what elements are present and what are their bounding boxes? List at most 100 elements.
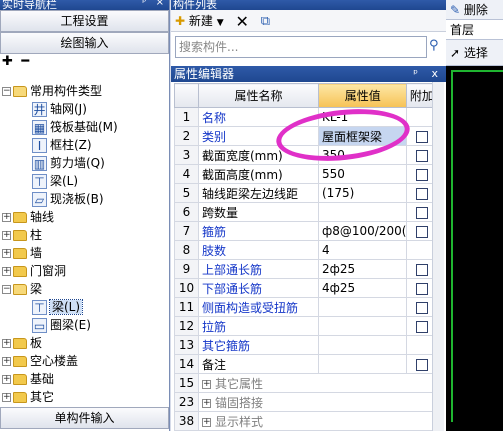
property-name: 侧面构造或受扭筋	[202, 300, 299, 315]
delete-icon[interactable]: ✕	[235, 11, 248, 33]
property-name-header[interactable]: 属性名称	[198, 83, 319, 108]
property-value[interactable]: 2ф25	[317, 259, 408, 279]
expand-icon[interactable]: +	[2, 231, 11, 240]
tree-expand-collapse-tools[interactable]: ✚ ━	[0, 54, 169, 70]
search-icon[interactable]: ⚲	[429, 38, 445, 56]
property-row[interactable]: 4 截面高度(mm) 550	[174, 164, 438, 184]
additional-checkbox[interactable]	[415, 320, 428, 333]
tree-item[interactable]: + 轴线	[2, 208, 54, 226]
tree-item-label: 板	[30, 336, 43, 350]
edit-icon[interactable]: ✎	[450, 3, 460, 17]
expand-icon[interactable]: +	[2, 249, 11, 258]
row-number: 7	[174, 221, 199, 241]
tree-item[interactable]: 井轴网(J)	[32, 100, 87, 118]
property-row[interactable]: 15 + 其它属性	[174, 373, 438, 393]
additional-checkbox[interactable]	[415, 149, 428, 162]
tree-item[interactable]: ⊤ 梁(L)	[32, 172, 78, 190]
property-row[interactable]: 12 拉筋	[174, 316, 438, 336]
additional-checkbox[interactable]	[415, 168, 428, 181]
property-row[interactable]: 6 跨数量	[174, 202, 438, 222]
drawing-input-button[interactable]: 绘图输入	[0, 32, 169, 54]
property-row[interactable]: 38 + 显示样式	[174, 411, 438, 431]
property-row[interactable]: 14 备注	[174, 354, 438, 374]
tree-item[interactable]: ⊤ 梁(L)	[32, 298, 84, 316]
property-value[interactable]: 550	[317, 164, 408, 184]
component-search-input[interactable]: 搜索构件...	[175, 36, 427, 58]
property-value[interactable]	[317, 202, 408, 222]
collapse-icon[interactable]: −	[2, 87, 11, 96]
select-tool[interactable]: ➚ 选择	[446, 40, 503, 66]
property-row[interactable]: 13 其它箍筋	[174, 335, 438, 355]
expand-icon[interactable]: +	[2, 393, 11, 402]
additional-checkbox[interactable]	[415, 263, 428, 276]
expand-icon[interactable]: +	[2, 357, 11, 366]
property-value[interactable]	[317, 335, 408, 355]
tree-item[interactable]: − 梁	[2, 280, 42, 298]
additional-checkbox[interactable]	[415, 225, 428, 238]
property-name: 锚固搭接	[215, 395, 264, 410]
tree-item[interactable]: ▭ 圈梁(E)	[32, 316, 91, 334]
property-name: 显示样式	[215, 414, 264, 429]
expand-icon[interactable]: +	[2, 213, 11, 222]
property-value[interactable]: 4ф25	[317, 278, 408, 298]
property-name-cell: 截面高度(mm)	[198, 164, 319, 184]
additional-checkbox[interactable]	[415, 358, 428, 371]
property-name-cell: 侧面构造或受扭筋	[198, 297, 319, 317]
copy-icon[interactable]: ⧉	[261, 11, 270, 33]
expand-icon[interactable]: +	[202, 417, 211, 427]
tree-item[interactable]: ▥ 剪力墙(Q)	[32, 154, 105, 172]
expand-icon[interactable]: +	[202, 398, 211, 408]
collapse-icon[interactable]: −	[2, 285, 11, 294]
panel-title-buttons[interactable]: ᵖ ×	[142, 0, 167, 8]
navigation-panel-title: 实时导航栏 ᵖ ×	[0, 0, 169, 10]
tree-item[interactable]: ▱ 现浇板(B)	[32, 190, 104, 208]
additional-checkbox[interactable]	[415, 282, 428, 295]
tree-item-label: 其它	[30, 390, 55, 404]
tree-item[interactable]: ▦ 筏板基础(M)	[32, 118, 118, 136]
delete-button[interactable]: 删除	[464, 3, 488, 17]
property-value[interactable]: 4	[317, 240, 408, 260]
property-value-header[interactable]: 属性值	[317, 83, 408, 108]
property-value[interactable]: ф8@100/200(	[317, 221, 408, 241]
property-editor-title-buttons[interactable]: ᵖ x	[413, 66, 443, 82]
property-value[interactable]	[317, 297, 408, 317]
project-settings-button[interactable]: 工程设置	[0, 10, 169, 32]
additional-checkbox[interactable]	[415, 130, 428, 143]
expand-icon[interactable]: +	[2, 375, 11, 384]
property-row[interactable]: 7 箍筋 ф8@100/200(	[174, 221, 438, 241]
additional-checkbox[interactable]	[415, 206, 428, 219]
row-number: 15	[174, 373, 199, 393]
tree-item[interactable]: Ⅰ 框柱(Z)	[32, 136, 92, 154]
tree-item[interactable]: − 常用构件类型	[2, 82, 102, 100]
tree-item[interactable]: + 基础	[2, 370, 54, 388]
property-value[interactable]: (175)	[317, 183, 408, 203]
property-name: 上部通长筋	[202, 262, 263, 277]
tree-item[interactable]: + 门窗洞	[2, 262, 66, 280]
property-name-cell: 下部通长筋	[198, 278, 319, 298]
expand-icon[interactable]: +	[2, 339, 11, 348]
property-row[interactable]: 23 + 锚固搭接	[174, 392, 438, 412]
tree-item-label: 基础	[30, 372, 55, 386]
additional-checkbox[interactable]	[415, 187, 428, 200]
additional-checkbox[interactable]	[415, 301, 428, 314]
new-component-button[interactable]: ✚ 新建 ▼	[175, 10, 224, 34]
property-row[interactable]: 10 下部通长筋 4ф25	[174, 278, 438, 298]
property-row[interactable]: 5 轴线距梁左边线距 (175)	[174, 183, 438, 203]
single-component-input-button[interactable]: 单构件输入	[0, 407, 169, 429]
property-row[interactable]: 8 肢数 4	[174, 240, 438, 260]
tree-item[interactable]: + 空心楼盖	[2, 352, 78, 370]
tree-item-label: 门窗洞	[30, 264, 67, 278]
expand-icon[interactable]: +	[2, 267, 11, 276]
property-row[interactable]: 9 上部通长筋 2ф25	[174, 259, 438, 279]
tree-item[interactable]: + 墙	[2, 244, 42, 262]
property-value[interactable]	[317, 354, 408, 374]
floor-selector[interactable]: 首层	[446, 20, 503, 40]
property-row[interactable]: 11 侧面构造或受扭筋	[174, 297, 438, 317]
property-value[interactable]	[317, 316, 408, 336]
property-grid-scrollbar[interactable]	[432, 82, 444, 431]
tree-item[interactable]: + 其它	[2, 388, 54, 406]
property-name: 箍筋	[202, 224, 227, 239]
expand-icon[interactable]: +	[202, 379, 211, 389]
tree-item[interactable]: + 柱	[2, 226, 42, 244]
tree-item[interactable]: + 板	[2, 334, 42, 352]
